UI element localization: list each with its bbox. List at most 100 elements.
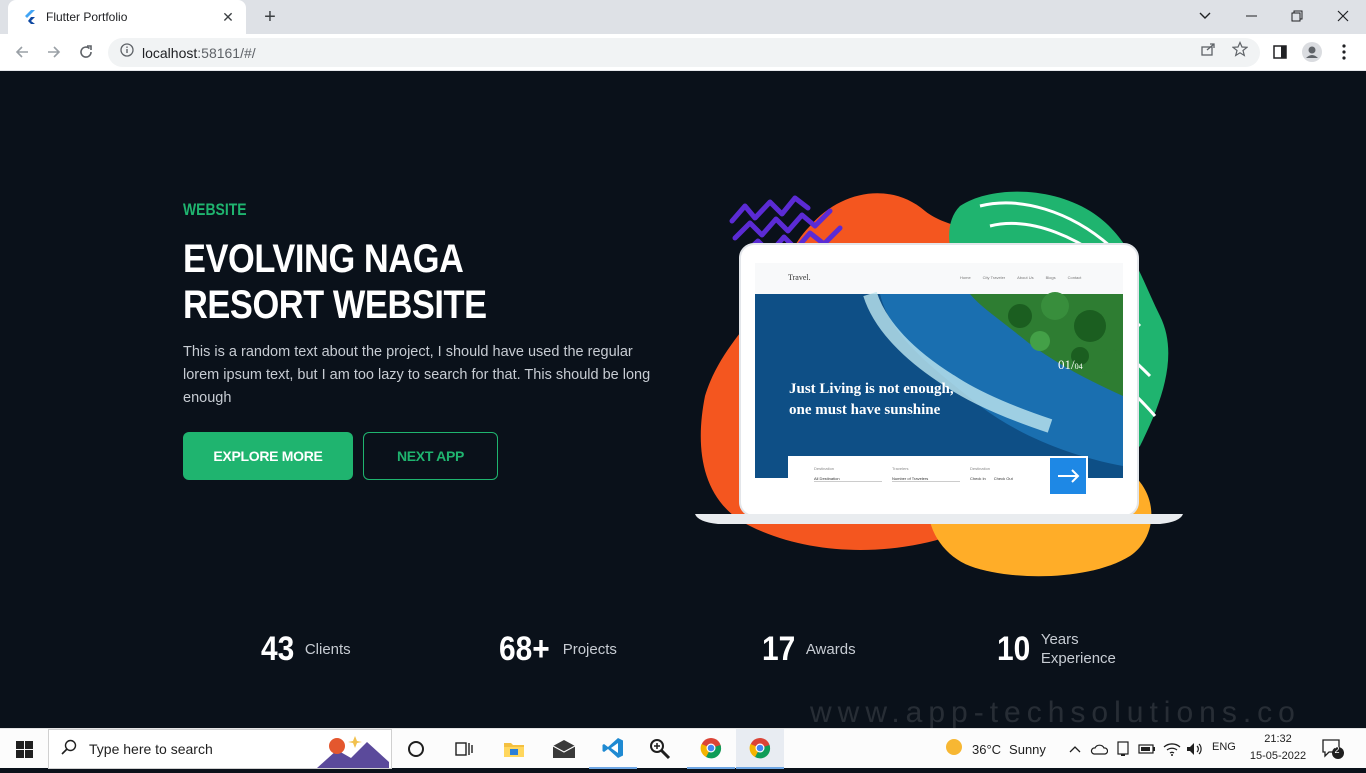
weather-temperature: 36°C bbox=[972, 741, 1002, 757]
stat-clients: 43 Clients bbox=[261, 619, 351, 679]
clock-time: 21:32 bbox=[1264, 733, 1292, 745]
back-icon[interactable] bbox=[10, 40, 34, 64]
mockup-field-date-label: Destination bbox=[970, 466, 991, 471]
close-window-icon[interactable] bbox=[1331, 5, 1355, 27]
mockup-brand: Travel. bbox=[788, 273, 811, 282]
project-title: EVOLVING NAGA RESORT WEBSITE bbox=[183, 236, 487, 328]
wifi-icon[interactable] bbox=[1162, 739, 1182, 759]
notification-center-icon[interactable]: 2 bbox=[1320, 737, 1346, 761]
mockup-field-destination-label: Destination bbox=[814, 466, 835, 471]
project-title-line1: EVOLVING NAGA bbox=[183, 237, 464, 281]
mockup-slide-counter: 01/04 bbox=[1058, 357, 1083, 373]
address-bar[interactable]: localhost:58161/#/ bbox=[108, 38, 1260, 67]
onedrive-cloud-icon[interactable] bbox=[1089, 739, 1109, 759]
mockup-nav-city: City Traveler bbox=[982, 275, 1006, 280]
system-clock[interactable]: 21:32 15-05-2022 bbox=[1246, 731, 1310, 765]
flutter-icon bbox=[22, 9, 38, 25]
next-app-button[interactable]: NEXT APP bbox=[363, 432, 498, 480]
url-path: :58161/#/ bbox=[197, 44, 256, 61]
mockup-field-destination-value: All Destination bbox=[814, 476, 882, 482]
tab-search-icon[interactable] bbox=[1193, 5, 1217, 27]
project-title-line2: RESORT WEBSITE bbox=[183, 283, 487, 327]
start-button[interactable] bbox=[0, 729, 48, 769]
browser-toolbar: localhost:58161/#/ bbox=[0, 34, 1366, 71]
browser-tabstrip: Flutter Portfolio ✕ + bbox=[0, 0, 1366, 34]
stat-projects: 68+ Projects bbox=[499, 619, 617, 679]
stats-row: 43 Clients 68+ Projects 17 Awards 10 Yea… bbox=[0, 619, 1366, 679]
watermark-text: www.app-techsolutions.co bbox=[810, 696, 1301, 729]
stat-clients-label: Clients bbox=[304, 640, 351, 658]
windows-logo-icon bbox=[15, 740, 33, 758]
laptop-base bbox=[695, 514, 1183, 524]
mockup-kicker: Wonderful Mauritius bbox=[789, 258, 852, 265]
search-placeholder: Type here to search bbox=[89, 741, 213, 757]
mockup-headline-line1: Just Living is not enough, bbox=[789, 381, 954, 397]
search-highlight-illustration-icon bbox=[317, 732, 389, 768]
mockup-search-form: Destination All Destination Travelers Nu… bbox=[814, 466, 1050, 482]
device-icon[interactable] bbox=[1113, 739, 1133, 759]
notification-count: 2 bbox=[1334, 745, 1340, 755]
mockup-nav-about: About Us bbox=[1017, 275, 1034, 280]
language-indicator[interactable]: ENG bbox=[1212, 741, 1236, 753]
portfolio-page: WEBSITE EVOLVING NAGA RESORT WEBSITE Thi… bbox=[0, 71, 1366, 728]
cortana-icon[interactable] bbox=[392, 729, 440, 769]
stat-experience-label: Years Experience bbox=[1041, 630, 1116, 668]
forward-icon[interactable] bbox=[42, 40, 66, 64]
stat-experience-label-line1: Years bbox=[1040, 631, 1079, 648]
new-tab-button[interactable]: + bbox=[258, 6, 282, 28]
mockup-slide-total: 04 bbox=[1074, 362, 1083, 371]
mockup-field-travelers-value: Number of Travelers bbox=[892, 476, 960, 482]
mockup-headline-line2: one must have sunshine bbox=[789, 402, 941, 418]
side-panel-icon[interactable] bbox=[1269, 41, 1291, 63]
stat-projects-label: Projects bbox=[562, 640, 617, 658]
search-icon bbox=[61, 739, 77, 760]
share-icon[interactable] bbox=[1199, 40, 1217, 58]
sun-icon bbox=[944, 737, 964, 762]
explore-more-button[interactable]: EXPLORE MORE bbox=[183, 432, 353, 480]
mockup-slide-current: 01/ bbox=[1058, 357, 1075, 372]
reload-icon[interactable] bbox=[74, 40, 98, 64]
vscode-icon[interactable] bbox=[589, 729, 637, 769]
mockup-field-travelers-label: Travelers bbox=[892, 466, 909, 471]
tab-title: Flutter Portfolio bbox=[46, 10, 128, 24]
chevron-up-icon[interactable] bbox=[1065, 739, 1085, 759]
mockup-check-out: Check Out bbox=[993, 476, 1013, 481]
windows-taskbar: Type here to search 36°C Sunny ENG 21:32… bbox=[0, 728, 1366, 769]
bookmark-star-icon[interactable] bbox=[1231, 40, 1249, 58]
stat-experience-number: 10 bbox=[997, 629, 1031, 668]
tab-close-icon[interactable]: ✕ bbox=[220, 9, 236, 25]
magnifier-app-icon[interactable] bbox=[636, 729, 684, 769]
mockup-check-in: Check In bbox=[970, 476, 986, 481]
restore-icon[interactable] bbox=[1285, 5, 1309, 27]
mail-icon[interactable] bbox=[540, 729, 588, 769]
mockup-nav-home: Home bbox=[960, 275, 971, 280]
chrome-icon-active[interactable] bbox=[736, 729, 784, 769]
stat-experience: 10 Years Experience bbox=[997, 619, 1116, 679]
site-info-icon[interactable] bbox=[120, 43, 134, 62]
stat-projects-number: 68+ bbox=[499, 629, 550, 668]
taskbar-search-box[interactable]: Type here to search bbox=[48, 729, 392, 769]
profile-avatar-icon[interactable] bbox=[1301, 41, 1323, 63]
stat-experience-label-line2: Experience bbox=[1040, 650, 1116, 667]
mockup-nav: Home City Traveler About Us Blogs Contac… bbox=[960, 275, 1081, 280]
weather-widget[interactable]: 36°C Sunny bbox=[944, 729, 1046, 769]
minimize-icon[interactable] bbox=[1240, 5, 1264, 27]
clock-date: 15-05-2022 bbox=[1249, 750, 1307, 762]
project-description: This is a random text about the project,… bbox=[183, 344, 651, 406]
url-host: localhost bbox=[142, 44, 198, 61]
battery-icon[interactable] bbox=[1137, 739, 1157, 759]
browser-tab-active[interactable]: Flutter Portfolio ✕ bbox=[8, 0, 246, 34]
menu-kebab-icon[interactable] bbox=[1333, 41, 1355, 63]
stat-awards-number: 17 bbox=[762, 629, 796, 668]
mockup-headline: Just Living is not enough, one must have… bbox=[789, 379, 954, 421]
project-category: WEBSITE bbox=[183, 200, 247, 219]
chrome-icon[interactable] bbox=[687, 729, 735, 769]
volume-icon[interactable] bbox=[1185, 739, 1205, 759]
mockup-nav-blogs: Blogs bbox=[1045, 275, 1056, 280]
hero-illustration: Travel. Home City Traveler About Us Blog… bbox=[690, 166, 1190, 586]
stat-awards-label: Awards bbox=[805, 640, 856, 658]
task-view-icon[interactable] bbox=[440, 729, 488, 769]
stat-clients-number: 43 bbox=[261, 629, 295, 668]
file-explorer-icon[interactable] bbox=[490, 729, 538, 769]
weather-condition: Sunny bbox=[1009, 741, 1046, 757]
